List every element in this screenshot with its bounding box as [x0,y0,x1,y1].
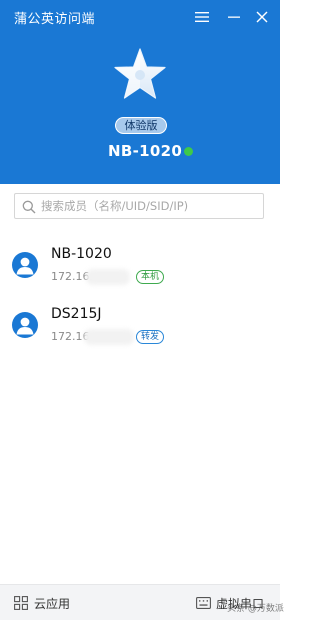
device-name: NB-1020 [108,142,183,160]
relay-tag: 转发 [136,330,165,344]
star-icon [114,48,166,99]
close-button[interactable] [250,5,274,29]
ip-redaction [86,269,130,285]
cloud-apps-label: 云应用 [34,597,71,611]
keyboard-icon [196,597,211,609]
header: 蒲公英访问端 体验版 NB-1020 [0,0,280,184]
edition-badge: 体验版 [115,117,167,134]
member-name: NB-1020 [51,246,112,262]
search-input[interactable] [41,197,259,215]
user-avatar-icon [12,252,38,278]
menu-button[interactable] [190,5,214,29]
minimize-icon [228,16,240,18]
online-status-indicator [184,147,193,156]
grid-icon [14,596,28,610]
search-icon [22,200,36,214]
member-name: DS215J [51,306,102,322]
minimize-button[interactable] [222,5,246,29]
menu-icon [195,12,209,22]
search-box[interactable] [14,193,264,219]
ip-redaction [84,329,134,345]
local-device-tag: 本机 [136,270,165,284]
user-avatar-icon [12,312,38,338]
current-device: NB-1020 [0,140,280,164]
member-item[interactable]: DS215J 172.16. 转发 [0,296,280,356]
cloud-apps-button[interactable]: 云应用 [14,594,84,612]
watermark: 头条 @万数派 [227,604,284,614]
member-item[interactable]: NB-1020 172.16. 本机 [0,236,280,296]
close-icon [256,11,268,23]
app-title: 蒲公英访问端 [14,12,96,27]
title-bar: 蒲公英访问端 [0,0,280,34]
